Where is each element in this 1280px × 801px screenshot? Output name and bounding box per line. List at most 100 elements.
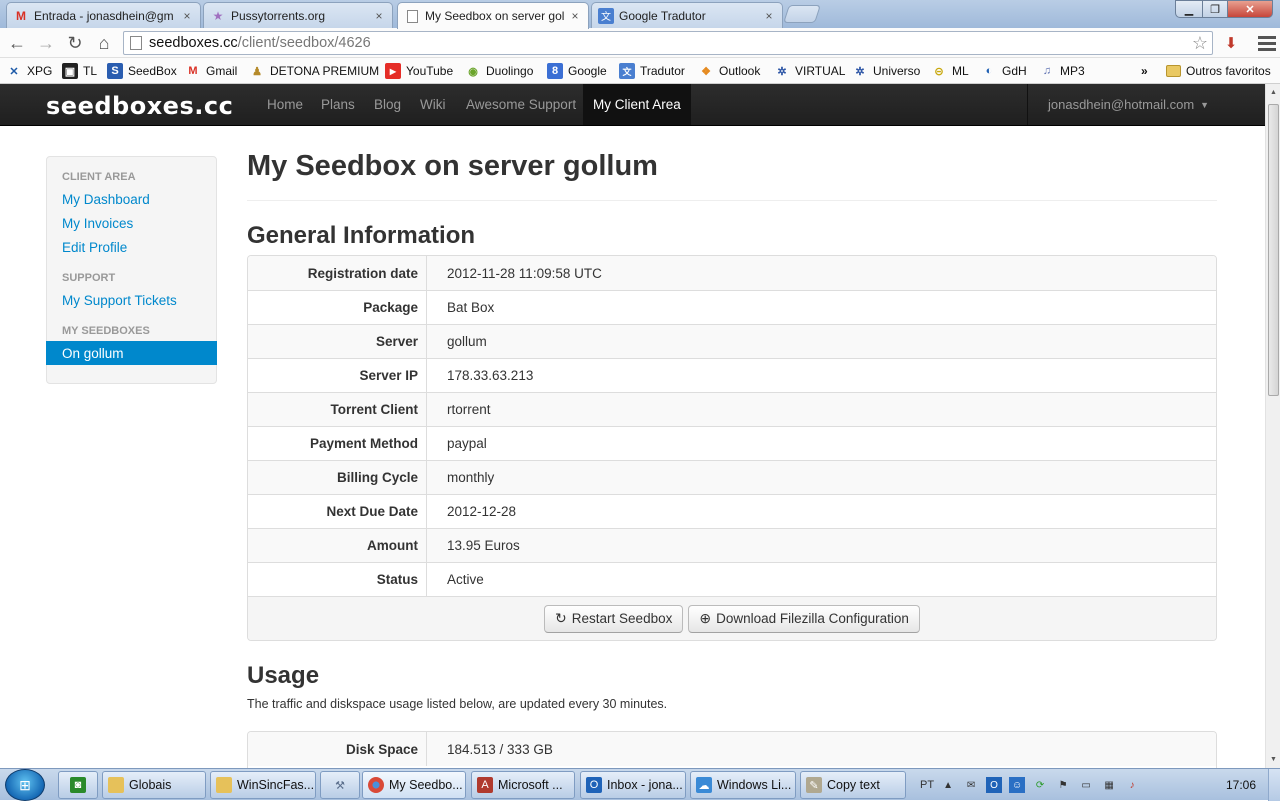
bookmark-ml[interactable]: ⊝ ML <box>931 62 968 80</box>
language-indicator[interactable]: PT <box>920 779 934 791</box>
window-close-button[interactable]: ✕ <box>1227 0 1273 18</box>
user-account-dropdown[interactable]: jonasdhein@hotmail.com ▼ <box>1027 84 1229 125</box>
bookmark-tradutor[interactable]: 文 Tradutor <box>619 62 685 80</box>
minimize-icon: ▁ <box>1184 3 1194 16</box>
sidebar-header-my-seedboxes: MY SEEDBOXES <box>62 325 150 337</box>
close-icon[interactable]: × <box>762 9 776 23</box>
row-value: Active <box>447 572 484 587</box>
minimize-button[interactable]: ▁ <box>1175 0 1203 18</box>
bookmark-seedbox[interactable]: S SeedBox <box>107 62 177 80</box>
outlook-tray-icon[interactable]: O <box>986 777 1003 793</box>
duolingo-icon: ◉ <box>468 65 478 78</box>
bookmark-star-icon[interactable]: ☆ <box>1192 33 1208 54</box>
browser-menu-button[interactable] <box>1258 31 1276 55</box>
show-desktop-button[interactable] <box>1268 769 1280 801</box>
flag-icon[interactable]: ⚑ <box>1055 777 1071 793</box>
close-icon[interactable]: × <box>372 9 386 23</box>
xpg-icon: ✕ <box>9 65 19 78</box>
caret-down-icon: ▼ <box>1200 99 1210 110</box>
download-indicator-icon[interactable]: ⬇ <box>1219 31 1243 55</box>
nav-awesome-support[interactable]: Awesome Support <box>456 84 586 125</box>
bookmark-universo[interactable]: ✲ Universo <box>852 62 920 80</box>
nav-blog[interactable]: Blog <box>364 84 411 125</box>
bookmark-mp3[interactable]: ♫ MP3 <box>1039 62 1085 80</box>
address-bar[interactable]: seedboxes.cc /client/seedbox/4626 ☆ <box>123 31 1213 55</box>
bookmarks-overflow-button[interactable]: » <box>1141 62 1148 80</box>
bookmark-xpg[interactable]: ✕ XPG <box>6 62 52 80</box>
nav-my-client-area[interactable]: My Client Area <box>583 84 691 125</box>
new-tab-button[interactable] <box>783 5 821 23</box>
restore-button[interactable]: ❐ <box>1202 0 1228 18</box>
tab-gmail[interactable]: M Entrada - jonasdhein@gm × <box>6 2 201 28</box>
tl-icon: ▣ <box>62 63 78 79</box>
taskbar-item-outlook[interactable]: O Inbox - jona... <box>580 771 686 799</box>
row-value: 178.33.63.213 <box>447 368 534 383</box>
close-icon[interactable]: × <box>568 9 582 23</box>
scroll-down-icon[interactable]: ▼ <box>1266 751 1280 768</box>
scroll-up-icon[interactable]: ▲ <box>1266 84 1280 101</box>
page-scrollbar[interactable]: ▲ ▼ <box>1265 84 1280 768</box>
table-row: Billing Cycle monthly <box>248 460 1216 494</box>
gdh-icon: ◐ <box>985 65 993 77</box>
site-logo[interactable]: seedboxes.cc <box>46 92 233 120</box>
network-icon[interactable]: ▦ <box>1101 777 1117 793</box>
device-icon[interactable]: ▭ <box>1078 777 1094 793</box>
taskbar-clock[interactable]: 17:06 <box>1226 778 1256 792</box>
forward-button[interactable]: → <box>34 31 58 55</box>
bookmark-label: VIRTUAL <box>795 64 846 78</box>
tab-seedbox[interactable]: My Seedbox on server goll × <box>397 2 589 29</box>
tab-google-tradutor[interactable]: 文 Google Tradutor × <box>591 2 783 28</box>
row-label: Registration date <box>248 256 427 290</box>
nav-home[interactable]: Home <box>257 84 313 125</box>
tray-expand-icon[interactable]: ▲ <box>940 777 956 793</box>
home-button[interactable]: ⌂ <box>92 31 116 55</box>
sidebar-item-edit-profile[interactable]: Edit Profile <box>47 235 216 259</box>
bookmark-tl[interactable]: ▣ TL <box>62 62 97 80</box>
bookmark-virtual[interactable]: ✲ VIRTUAL <box>774 62 845 80</box>
chat-icon[interactable]: ☺ <box>1009 777 1026 793</box>
scrollbar-thumb[interactable] <box>1268 104 1279 396</box>
taskbar-item-chrome[interactable]: My Seedbo... <box>362 771 466 799</box>
bookmark-detona[interactable]: ♟ DETONA PREMIUM <box>249 62 379 80</box>
row-value: rtorrent <box>447 402 491 417</box>
taskbar-item-winsinc[interactable]: WinSincFas... <box>210 771 316 799</box>
bookmark-youtube[interactable]: ▶ YouTube <box>385 62 453 80</box>
restart-seedbox-button[interactable]: ↻ Restart Seedbox <box>544 604 684 633</box>
bookmark-label: TL <box>83 64 98 78</box>
download-filezilla-config-button[interactable]: ⊕ Download Filezilla Configuration <box>688 604 920 633</box>
table-row: Payment Method paypal <box>248 426 1216 460</box>
bookmark-gmail[interactable]: M Gmail <box>185 62 237 80</box>
reload-button[interactable]: ↻ <box>63 31 87 55</box>
taskbar-pinned-app[interactable]: ◙ <box>58 771 98 799</box>
taskbar-item-copy-text[interactable]: ✎ Copy text <box>800 771 906 799</box>
close-icon[interactable]: × <box>180 9 194 23</box>
taskbar-item-globais[interactable]: Globais <box>102 771 206 799</box>
sync-icon[interactable]: ⟳ <box>1032 777 1048 793</box>
bookmark-outlook[interactable]: ❖ Outlook <box>698 62 760 80</box>
sidebar-item-my-support-tickets[interactable]: My Support Tickets <box>47 288 216 312</box>
taskbar-label: Inbox - jona... <box>607 778 683 792</box>
nav-plans[interactable]: Plans <box>311 84 365 125</box>
sidebar-item-my-dashboard[interactable]: My Dashboard <box>47 187 216 211</box>
taskbar-item-windows-live[interactable]: ☁ Windows Li... <box>690 771 796 799</box>
page-icon <box>404 8 420 24</box>
bookmark-duolingo[interactable]: ◉ Duolingo <box>465 62 533 80</box>
back-button[interactable]: ← <box>5 31 29 55</box>
bookmark-google[interactable]: 8 Google <box>547 62 607 80</box>
sidebar-item-on-gollum[interactable]: On gollum <box>46 341 217 365</box>
taskbar-pinned-tool[interactable]: ⚒ <box>320 771 360 799</box>
bookmark-gdh[interactable]: ◐ GdH <box>981 62 1027 80</box>
table-row: Disk Space 184.513 / 333 GB <box>248 732 1216 766</box>
row-label: Billing Cycle <box>248 461 427 494</box>
taskbar-item-microsoft[interactable]: A Microsoft ... <box>471 771 575 799</box>
mail-icon[interactable]: ✉ <box>963 777 979 793</box>
button-label: Restart Seedbox <box>571 611 673 626</box>
winsinc-icon <box>216 777 232 793</box>
sidebar-item-my-invoices[interactable]: My Invoices <box>47 211 216 235</box>
row-label: Server IP <box>248 359 427 392</box>
volume-muted-icon[interactable]: ♪ <box>1124 777 1140 793</box>
other-bookmarks-folder[interactable]: Outros favoritos <box>1166 62 1271 80</box>
nav-wiki[interactable]: Wiki <box>410 84 456 125</box>
start-button[interactable]: ⊞ <box>5 769 45 801</box>
tab-pussytorrents[interactable]: ★ Pussytorrents.org × <box>203 2 393 28</box>
